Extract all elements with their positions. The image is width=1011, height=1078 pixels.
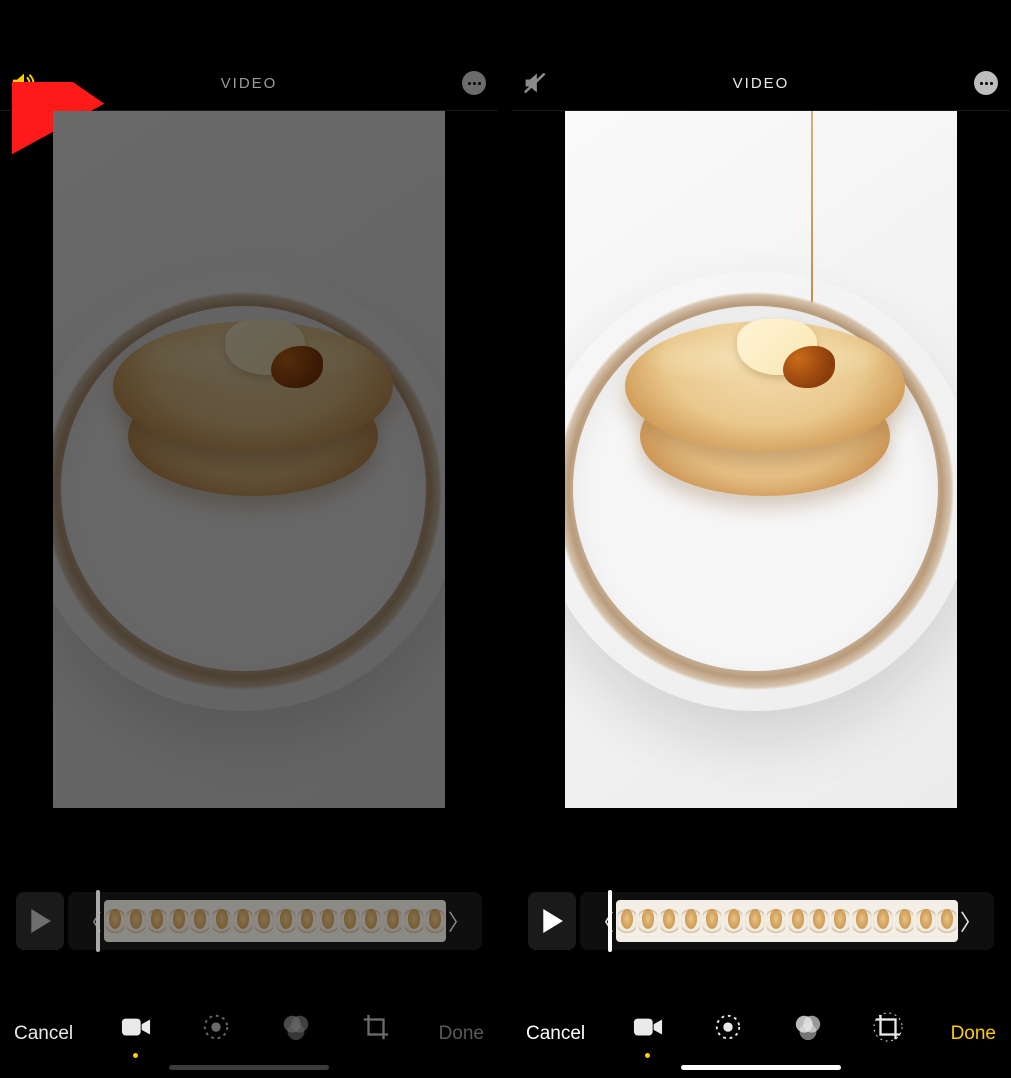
speaker-muted-icon xyxy=(523,71,549,95)
screen-sound-off: VIDEO 〈 〉 xyxy=(512,0,1010,1078)
timeline: 〈 〉 xyxy=(16,892,482,950)
tab-filters[interactable] xyxy=(790,1012,826,1056)
trim-start-handle[interactable]: 〈 xyxy=(590,905,616,937)
tab-crop[interactable] xyxy=(358,1012,394,1056)
video-frame xyxy=(565,111,957,808)
sound-toggle-button[interactable] xyxy=(10,69,38,97)
play-icon xyxy=(29,909,51,933)
clip-thumb[interactable] xyxy=(659,900,680,942)
clip-thumb[interactable] xyxy=(808,900,829,942)
clip-thumb[interactable] xyxy=(637,900,658,942)
clip-strip[interactable]: 〈 〉 xyxy=(580,892,994,950)
clip-thumb[interactable] xyxy=(104,900,125,942)
playhead[interactable] xyxy=(608,890,612,952)
home-indicator xyxy=(169,1065,329,1070)
editor-topbar: VIDEO xyxy=(0,56,498,111)
sound-toggle-button[interactable] xyxy=(522,69,550,97)
video-preview[interactable] xyxy=(0,111,498,842)
clip-frames[interactable] xyxy=(104,900,446,942)
tab-video[interactable] xyxy=(630,1012,666,1056)
clip-thumb[interactable] xyxy=(339,900,360,942)
play-icon xyxy=(541,909,563,933)
timeline: 〈 〉 xyxy=(528,892,994,950)
clip-thumb[interactable] xyxy=(382,900,403,942)
cancel-button[interactable]: Cancel xyxy=(526,1023,585,1045)
tab-crop[interactable] xyxy=(870,1012,906,1056)
clip-thumb[interactable] xyxy=(296,900,317,942)
adjust-icon xyxy=(713,1012,743,1042)
clip-thumb[interactable] xyxy=(766,900,787,942)
play-button[interactable] xyxy=(16,892,64,950)
clip-thumb[interactable] xyxy=(702,900,723,942)
clip-thumb[interactable] xyxy=(147,900,168,942)
clip-thumb[interactable] xyxy=(425,900,446,942)
speaker-on-icon xyxy=(10,71,38,95)
tab-video[interactable] xyxy=(118,1012,154,1056)
clip-frames[interactable] xyxy=(616,900,958,942)
clip-thumb[interactable] xyxy=(318,900,339,942)
clip-thumb[interactable] xyxy=(211,900,232,942)
mode-title: VIDEO xyxy=(733,75,790,92)
clip-thumb[interactable] xyxy=(403,900,424,942)
tab-filters[interactable] xyxy=(278,1012,314,1056)
crop-icon xyxy=(361,1012,391,1042)
filters-icon xyxy=(793,1012,823,1042)
editor-topbar: VIDEO xyxy=(512,56,1010,111)
mode-title: VIDEO xyxy=(221,75,278,92)
more-icon xyxy=(974,71,998,95)
trim-start-handle[interactable]: 〈 xyxy=(78,905,104,937)
done-button[interactable]: Done xyxy=(951,1023,996,1045)
cancel-button[interactable]: Cancel xyxy=(14,1023,73,1045)
video-icon xyxy=(121,1012,151,1042)
clip-thumb[interactable] xyxy=(894,900,915,942)
clip-thumb[interactable] xyxy=(361,900,382,942)
video-icon xyxy=(633,1012,663,1042)
tab-adjust[interactable] xyxy=(198,1012,234,1056)
clip-thumb[interactable] xyxy=(680,900,701,942)
filters-icon xyxy=(281,1012,311,1042)
clip-thumb[interactable] xyxy=(873,900,894,942)
clip-thumb[interactable] xyxy=(830,900,851,942)
more-button[interactable] xyxy=(460,69,488,97)
home-indicator xyxy=(681,1065,841,1070)
crop-icon xyxy=(873,1012,903,1042)
more-button[interactable] xyxy=(972,69,1000,97)
clip-thumb[interactable] xyxy=(232,900,253,942)
more-icon xyxy=(462,71,486,95)
adjust-icon xyxy=(201,1012,231,1042)
clip-thumb[interactable] xyxy=(616,900,637,942)
video-frame xyxy=(53,111,445,808)
clip-thumb[interactable] xyxy=(168,900,189,942)
clip-thumb[interactable] xyxy=(915,900,936,942)
screen-sound-on: VIDEO 〈 〉 xyxy=(0,0,498,1078)
play-button[interactable] xyxy=(528,892,576,950)
tool-tabs xyxy=(630,1012,906,1056)
clip-thumb[interactable] xyxy=(275,900,296,942)
tab-adjust[interactable] xyxy=(710,1012,746,1056)
clip-thumb[interactable] xyxy=(937,900,958,942)
video-preview[interactable] xyxy=(512,111,1010,842)
clip-strip[interactable]: 〈 〉 xyxy=(68,892,482,950)
playhead[interactable] xyxy=(96,890,100,952)
tool-tabs xyxy=(118,1012,394,1056)
trim-end-handle[interactable]: 〉 xyxy=(958,905,984,937)
done-button[interactable]: Done xyxy=(439,1023,484,1045)
clip-thumb[interactable] xyxy=(190,900,211,942)
trim-end-handle[interactable]: 〉 xyxy=(446,905,472,937)
clip-thumb[interactable] xyxy=(125,900,146,942)
clip-thumb[interactable] xyxy=(851,900,872,942)
clip-thumb[interactable] xyxy=(744,900,765,942)
clip-thumb[interactable] xyxy=(723,900,744,942)
clip-thumb[interactable] xyxy=(787,900,808,942)
clip-thumb[interactable] xyxy=(254,900,275,942)
